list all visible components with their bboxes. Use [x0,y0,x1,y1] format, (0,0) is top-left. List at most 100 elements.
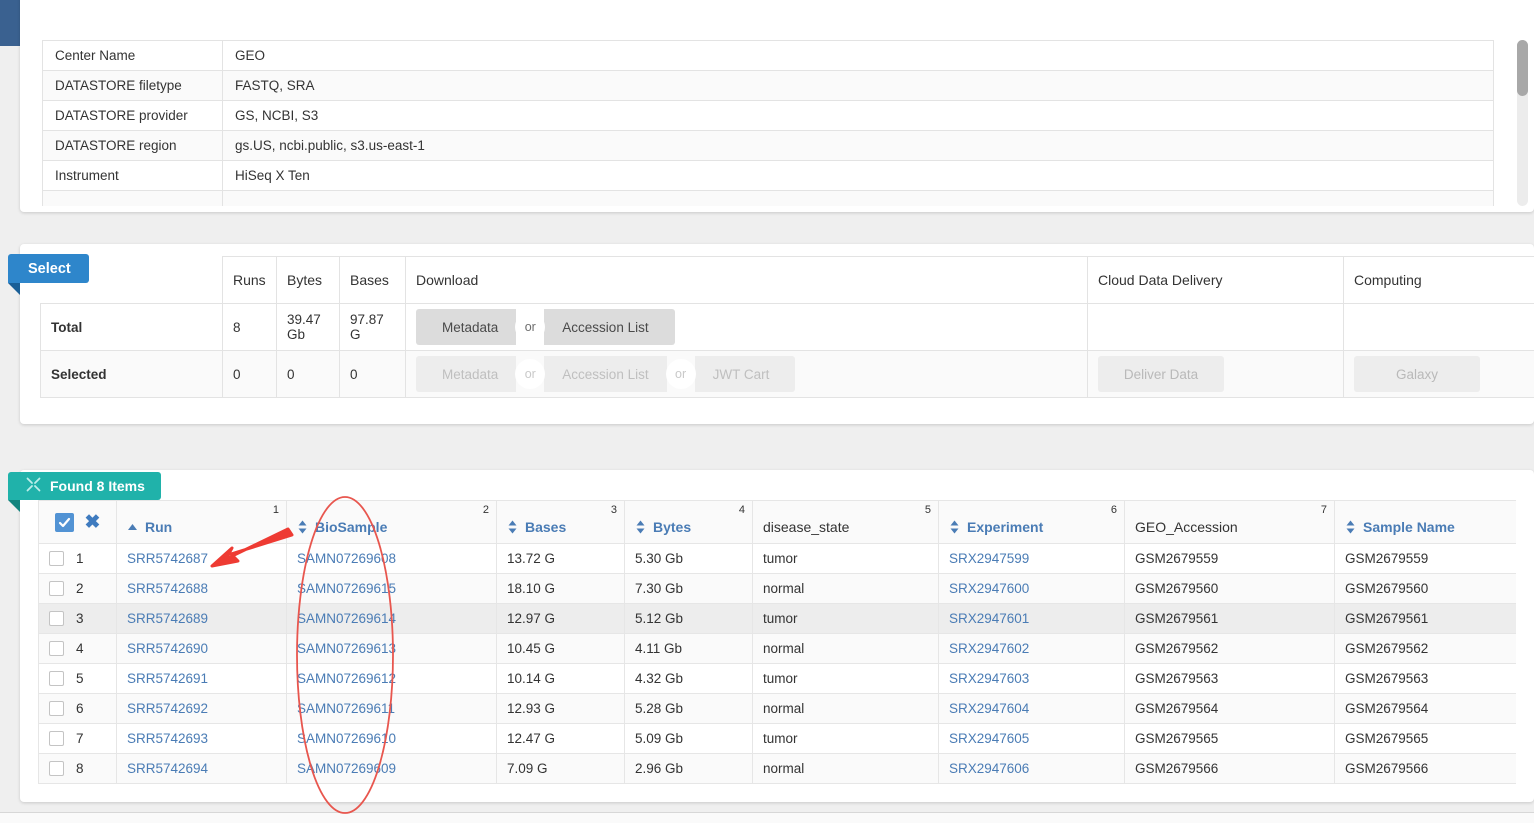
selected-cloud-cell: Deliver Data [1087,350,1344,398]
row-index: 7 [76,730,84,746]
selected-metadata-button[interactable]: Metadata [416,356,517,392]
found-badge-fold [8,500,20,512]
cell-disease-state: normal [752,573,939,604]
selected-computing-cell: Galaxy [1343,350,1534,398]
sort-asc-icon[interactable] [127,522,138,533]
table-row[interactable]: 4 SRR5742690 SAMN07269613 10.45 G 4.11 Gb nor… [38,633,1516,664]
cell-geo-accession: GSM2679561 [1124,603,1335,634]
check-all-icon[interactable] [54,512,74,532]
column-header-bases[interactable]: 3 Bases [496,500,625,544]
clear-all-icon[interactable]: ✖ [85,513,101,532]
biosample-link[interactable]: SAMN07269614 [297,611,396,626]
total-cloud-cell [1087,303,1344,351]
run-link[interactable]: SRR5742694 [127,761,208,776]
column-header-bytes[interactable]: 4 Bytes [624,500,753,544]
deliver-data-button[interactable]: Deliver Data [1098,356,1224,392]
row-select-cell: 2 [38,573,117,604]
table-row[interactable]: 1 SRR5742687 SAMN07269608 13.72 G 5.30 Gb tum… [38,543,1516,574]
experiment-link[interactable]: SRX2947600 [949,581,1029,596]
results-panel: Found 8 Items ✖ 1 Run 2 BioSample 3 Base… [8,470,1534,802]
selected-bytes: 0 [276,350,340,398]
run-link[interactable]: SRR5742692 [127,701,208,716]
row-checkbox[interactable] [49,761,64,777]
selected-download-cell: Metadata or Accession List or JWT Cart [405,350,1088,398]
cell-disease-state: normal [752,693,939,724]
experiment-link[interactable]: SRX2947602 [949,641,1029,656]
experiment-link[interactable]: SRX2947601 [949,611,1029,626]
run-link[interactable]: SRR5742690 [127,641,208,656]
table-row[interactable]: 8 SRR5742694 SAMN07269609 7.09 G 2.96 Gb norm… [38,753,1516,784]
cell-biosample: SAMN07269615 [286,573,497,604]
metadata-key: DATASTORE filetype [42,70,223,101]
cell-run: SRR5742689 [116,603,287,634]
metadata-row: Instrument HiSeq X Ten [42,160,1494,191]
metadata-value: GS, NCBI, S3 [222,100,1494,131]
column-number: 5 [924,504,931,516]
found-items-badge[interactable]: Found 8 Items [8,472,161,500]
column-header-sample-name[interactable]: 8 Sample Name [1334,500,1516,544]
experiment-link[interactable]: SRX2947604 [949,701,1029,716]
row-checkbox[interactable] [49,671,64,687]
cell-biosample: SAMN07269611 [286,693,497,724]
sort-both-icon[interactable] [297,520,308,534]
cell-run: SRR5742692 [116,693,287,724]
biosample-link[interactable]: SAMN07269615 [297,581,396,596]
total-metadata-button[interactable]: Metadata [416,309,517,345]
metadata-scrollbar[interactable] [1517,40,1528,206]
biosample-link[interactable]: SAMN07269610 [297,731,396,746]
column-header-biosample[interactable]: 2 BioSample [286,500,497,544]
total-computing-cell [1343,303,1534,351]
table-row[interactable]: 5 SRR5742691 SAMN07269612 10.14 G 4.32 Gb tum… [38,663,1516,694]
cell-sample-name: GSM2679565 [1334,723,1516,754]
cell-disease-state: tumor [752,543,939,574]
experiment-link[interactable]: SRX2947599 [949,551,1029,566]
run-link[interactable]: SRR5742693 [127,731,208,746]
row-checkbox[interactable] [49,551,64,567]
column-header-experiment[interactable]: 6 Experiment [938,500,1125,544]
biosample-link[interactable]: SAMN07269612 [297,671,396,686]
runs-header-row: ✖ 1 Run 2 BioSample 3 Bases 4 Bytes 5 di… [38,500,1516,544]
biosample-link[interactable]: SAMN07269609 [297,761,396,776]
row-checkbox[interactable] [49,581,64,597]
metadata-scrollbar-thumb[interactable] [1517,40,1528,96]
column-header-run[interactable]: 1 Run [116,500,287,544]
metadata-key: DATASTORE region [42,130,223,161]
select-col-computing: Computing [1343,256,1534,304]
galaxy-button[interactable]: Galaxy [1354,356,1480,392]
selected-accession-list-button[interactable]: Accession List [544,356,667,392]
metadata-row: Center Name GEO [42,40,1494,71]
experiment-link[interactable]: SRX2947605 [949,731,1029,746]
row-select-cell: 1 [38,543,117,574]
row-checkbox[interactable] [49,611,64,627]
cell-sample-name: GSM2679564 [1334,693,1516,724]
biosample-link[interactable]: SAMN07269611 [297,701,395,716]
sort-both-icon[interactable] [635,520,646,534]
table-row[interactable]: 6 SRR5742692 SAMN07269611 12.93 G 5.28 Gb nor… [38,693,1516,724]
run-link[interactable]: SRR5742687 [127,551,208,566]
row-checkbox[interactable] [49,641,64,657]
table-row[interactable]: 3 SRR5742689 SAMN07269614 12.97 G 5.12 Gb tum… [38,603,1516,634]
sort-both-icon[interactable] [1345,520,1356,534]
total-accession-list-button[interactable]: Accession List [544,309,675,345]
total-download-segmented-group: Metadata or Accession List [416,309,675,345]
run-link[interactable]: SRR5742691 [127,671,208,686]
sort-both-icon[interactable] [507,520,518,534]
run-link[interactable]: SRR5742688 [127,581,208,596]
row-checkbox[interactable] [49,701,64,717]
table-row[interactable]: 7 SRR5742693 SAMN07269610 12.47 G 5.09 Gb tum… [38,723,1516,754]
row-checkbox[interactable] [49,731,64,747]
select-table-head: Runs Bytes Bases Download Cloud Data Del… [40,256,1534,304]
select-ribbon[interactable]: Select [8,254,89,283]
selected-jwt-cart-button[interactable]: JWT Cart [694,356,796,392]
experiment-link[interactable]: SRX2947606 [949,761,1029,776]
total-download-or-label: or [515,312,546,342]
sort-both-icon[interactable] [949,520,960,534]
cell-experiment: SRX2947604 [938,693,1125,724]
biosample-link[interactable]: SAMN07269608 [297,551,396,566]
cell-bytes: 7.30 Gb [624,573,753,604]
table-row[interactable]: 2 SRR5742688 SAMN07269615 18.10 G 7.30 Gb nor… [38,573,1516,604]
selected-runs: 0 [222,350,277,398]
biosample-link[interactable]: SAMN07269613 [297,641,396,656]
run-link[interactable]: SRR5742689 [127,611,208,626]
experiment-link[interactable]: SRX2947603 [949,671,1029,686]
